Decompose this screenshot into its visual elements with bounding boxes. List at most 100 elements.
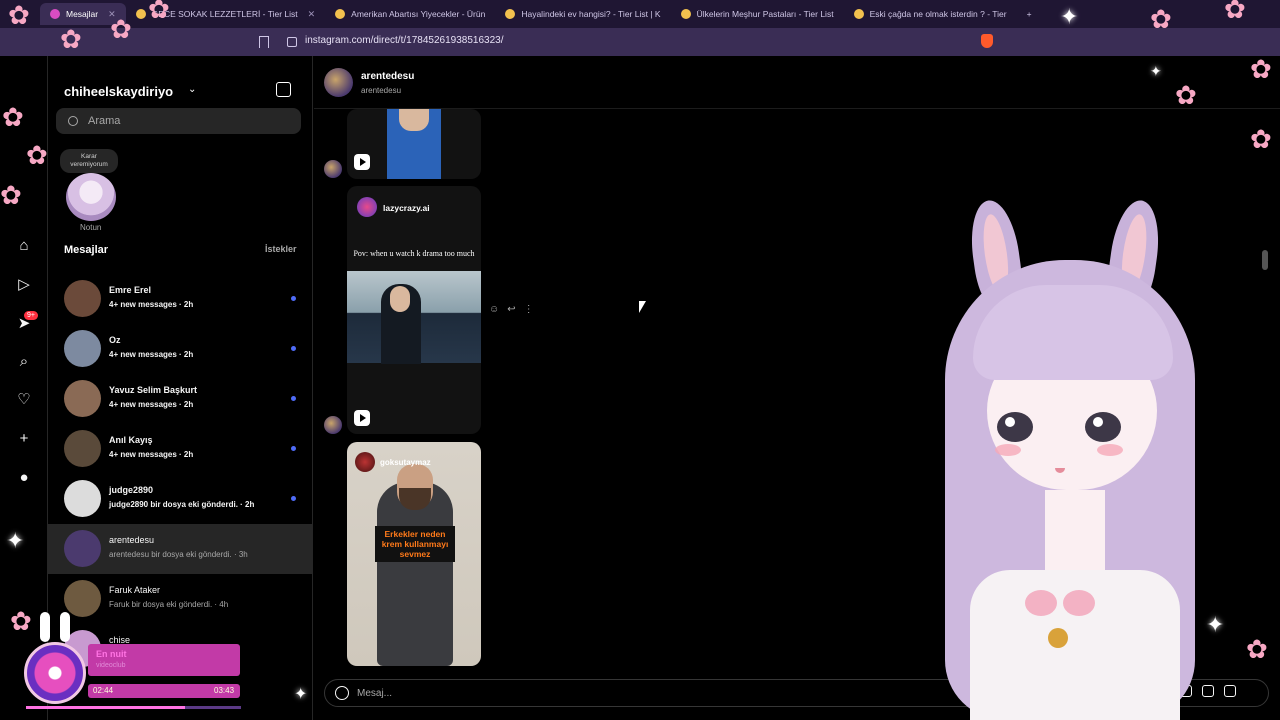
shared-reel[interactable]: goksutaymaz Erkekler neden krem kullanma… — [347, 442, 481, 666]
browser-tab[interactable]: Ülkelerin Meşhur Pastaları - Tier List — [671, 3, 844, 25]
thread-preview: arentedesu bir dosya eki gönderdi. · 3h — [109, 550, 248, 559]
unread-dot — [291, 396, 296, 401]
unread-dot — [291, 496, 296, 501]
chevron-down-icon[interactable]: ⌄ — [188, 84, 196, 95]
progress-bar — [26, 706, 241, 709]
avatar — [64, 380, 101, 417]
tab-favicon-icon — [505, 9, 516, 19]
site-info-icon[interactable] — [287, 37, 297, 47]
scrollbar-thumb[interactable] — [1262, 250, 1268, 270]
reel-caption: Pov: when u watch k drama too much — [353, 249, 475, 258]
thread-preview: 4+ new messages · 2h — [109, 350, 194, 359]
reel-thumbnail-face — [390, 286, 410, 312]
heart-icon[interactable]: ♡ — [16, 392, 32, 408]
browser-tab[interactable]: GECE SOKAK LEZZETLERİ - Tier List ✕ — [126, 3, 326, 25]
compose-icon[interactable] — [276, 82, 291, 97]
thread-row[interactable]: judge2890 judge2890 bir dosya eki gönderd… — [48, 474, 313, 524]
search-box[interactable] — [56, 108, 301, 134]
search-icon[interactable]: ⌕ — [16, 354, 32, 370]
note-avatar[interactable] — [66, 173, 116, 221]
unread-dot — [291, 346, 296, 351]
tab-favicon-icon — [335, 9, 346, 19]
avatar-eye — [997, 412, 1033, 442]
new-tab-button[interactable]: + — [1017, 3, 1042, 25]
browser-tab-bar: Mesajlar ✕ GECE SOKAK LEZZETLERİ - Tier L… — [0, 0, 1280, 28]
bunny-ear — [60, 612, 70, 642]
thread-preview: judge2890 bir dosya eki gönderdi. · 2h — [109, 500, 255, 509]
browser-tab[interactable]: Mesajlar ✕ — [40, 3, 126, 25]
thread-name: Emre Erel — [109, 285, 152, 295]
browser-tab[interactable]: Eski çağda ne olmak isterdin ? - Tier — [844, 3, 1017, 25]
avatar — [64, 430, 101, 467]
search-input[interactable] — [88, 115, 268, 127]
tab-favicon-icon — [135, 9, 146, 19]
reel-thumbnail-face — [399, 109, 429, 131]
reply-icon[interactable]: ↩ — [507, 304, 515, 315]
reel-author-name: goksutaymaz — [380, 458, 431, 467]
thread-preview: 4+ new messages · 2h — [109, 300, 194, 309]
thread-row[interactable]: Emre Erel 4+ new messages · 2h — [48, 274, 313, 324]
sender-avatar — [324, 160, 342, 178]
screen: Mesajlar ✕ GECE SOKAK LEZZETLERİ - Tier L… — [0, 0, 1280, 720]
reel-play-icon — [354, 154, 370, 170]
close-tab-icon[interactable]: ✕ — [108, 9, 116, 20]
track-title: En nuit — [96, 649, 127, 659]
more-options-icon[interactable]: ⋮ — [524, 304, 534, 315]
search-icon — [68, 116, 78, 126]
tab-label: Hayalindeki ev hangisi? - Tier List | K — [521, 9, 661, 19]
create-icon[interactable]: + — [16, 431, 32, 447]
shared-reel[interactable] — [347, 109, 481, 179]
sender-avatar — [324, 416, 342, 434]
thread-row[interactable]: Oz 4+ new messages · 2h — [48, 324, 313, 374]
message-input[interactable] — [357, 687, 757, 699]
reel-author-avatar — [357, 197, 377, 217]
unread-dot — [291, 446, 296, 451]
thread-row[interactable]: Anıl Kayış 4+ new messages · 2h — [48, 424, 313, 474]
requests-link[interactable]: İstekler — [265, 244, 297, 254]
chat-avatar[interactable] — [324, 68, 353, 97]
thread-name: Yavuz Selim Başkurt — [109, 385, 198, 395]
address-bar: instagram.com/direct/t/17845261938516323… — [0, 28, 1280, 56]
chat-header: arentedesu arentedesu — [314, 56, 1280, 109]
avatar — [64, 480, 101, 517]
thread-preview: 4+ new messages · 2h — [109, 400, 194, 409]
thread-name: judge2890 — [109, 485, 154, 495]
react-emoji-icon[interactable]: ☺ — [489, 304, 499, 315]
tab-label: Amerikan Abartısı Yiyecekler - Ürün — [351, 9, 486, 19]
url-field[interactable]: instagram.com/direct/t/17845261938516323… — [305, 35, 503, 46]
account-name[interactable]: chiheelskaydiriyo — [64, 84, 173, 99]
thread-row[interactable]: Yavuz Selim Başkurt 4+ new messages · 2h — [48, 374, 313, 424]
reel-author-avatar — [355, 452, 375, 472]
browser-tab[interactable]: Hayalindeki ev hangisi? - Tier List | K — [495, 3, 670, 25]
messages-heading: Mesajlar — [64, 244, 109, 256]
avatar-blush — [1097, 444, 1123, 456]
profile-icon[interactable]: ● — [16, 470, 32, 486]
browser-tab[interactable]: Amerikan Abartısı Yiyecekler - Ürün — [325, 3, 495, 25]
thread-row[interactable]: arentedesu arentedesu bir dosya eki gönde… — [48, 524, 313, 574]
thread-preview: Faruk bir dosya eki gönderdi. · 4h — [109, 600, 229, 609]
bookmark-icon[interactable] — [259, 36, 269, 48]
message-actions: ☺ ↩ ⋮ — [489, 304, 534, 315]
emoji-icon[interactable] — [335, 686, 349, 700]
note-bubble[interactable]: Karar veremiyorum — [60, 149, 118, 173]
tab-favicon-icon — [853, 9, 864, 19]
sticker-icon[interactable] — [1224, 685, 1236, 697]
total-time: 03:43 — [214, 686, 235, 695]
bunny-ear — [40, 612, 50, 642]
avatar-neck — [1045, 490, 1105, 580]
brave-shield-icon[interactable] — [981, 34, 993, 48]
thread-preview: 4+ new messages · 2h — [109, 450, 194, 459]
avatar — [64, 530, 101, 567]
home-icon[interactable]: ⌂ — [16, 238, 32, 254]
close-tab-icon[interactable]: ✕ — [308, 9, 316, 20]
tab-label: Mesajlar — [66, 9, 99, 19]
avatar-bangs — [973, 285, 1173, 380]
reels-icon[interactable]: ▷ — [16, 277, 32, 293]
avatar-eye — [1085, 412, 1121, 442]
shared-reel[interactable]: lazycrazy.ai Pov: when u watch k drama t… — [347, 186, 481, 434]
mouse-cursor — [639, 301, 646, 313]
now-playing-widget: En nuit videoclub 02:44 03:43 — [18, 612, 243, 716]
avatar — [64, 280, 101, 317]
chat-contact-name[interactable]: arentedesu — [361, 71, 414, 82]
tab-label: Ülkelerin Meşhur Pastaları - Tier List — [696, 9, 834, 19]
